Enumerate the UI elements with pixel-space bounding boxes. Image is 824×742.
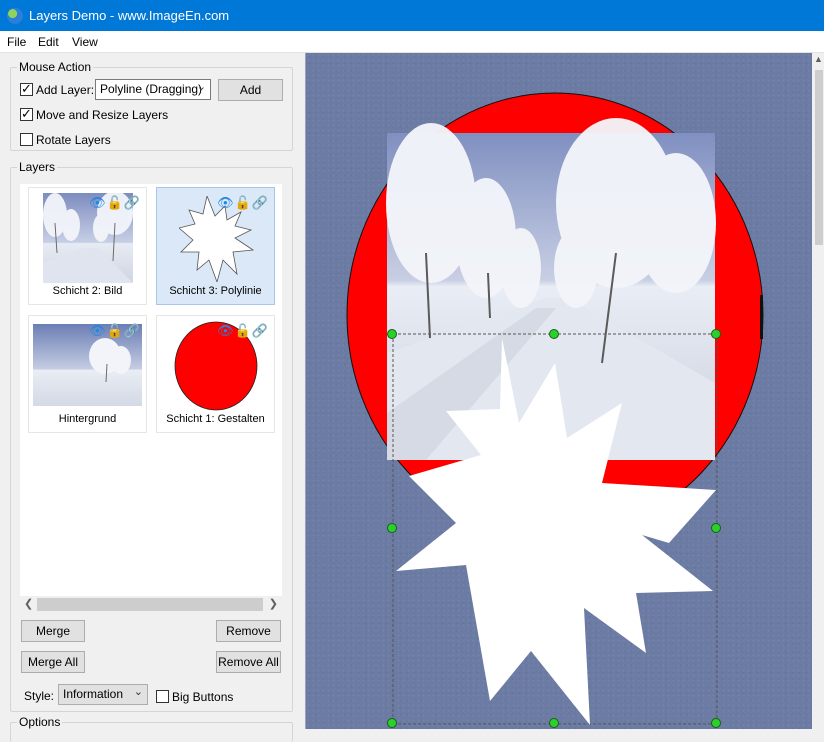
style-label: Style: (24, 689, 55, 703)
menu-file[interactable]: File (7, 35, 26, 49)
title-bar: Layers Demo - www.ImageEn.com (0, 0, 824, 31)
big-buttons-checkbox[interactable]: Big Buttons (156, 689, 236, 705)
rotate-layers-label: Rotate Layers (36, 133, 111, 147)
layer-type-value: Polyline (Dragging) (100, 82, 203, 96)
rotate-layers-checkbox[interactable]: Rotate Layers (20, 132, 140, 148)
eye-icon[interactable]: 👁 (89, 195, 107, 210)
resize-handle-bottom[interactable] (549, 718, 559, 728)
lock-icon[interactable]: 🔓 (235, 323, 252, 338)
layer-type-select[interactable]: Polyline (Dragging) ⌄ (95, 79, 211, 100)
menu-bar: File Edit View (0, 31, 824, 53)
scroll-left-icon[interactable]: ❮ (24, 597, 33, 610)
link-icon[interactable]: 🔗 (252, 195, 269, 210)
control-panel: Mouse Action Add Layer: Polyline (Draggi… (0, 53, 305, 742)
style-value: Information (63, 687, 124, 701)
resize-handle-left[interactable] (387, 523, 397, 533)
circle-edge-mark (760, 295, 763, 339)
layer-list-hscrollbar[interactable]: ❮ ❯ (20, 596, 282, 613)
layer-caption: Hintergrund (58, 413, 117, 425)
add-button[interactable]: Add (218, 79, 283, 101)
scroll-up-icon[interactable]: ▲ (814, 54, 823, 64)
merge-all-button[interactable]: Merge All (21, 651, 85, 673)
app-icon (7, 8, 23, 24)
remove-all-button[interactable]: Remove All (216, 651, 281, 673)
resize-handle-top-right[interactable] (711, 329, 721, 339)
remove-button[interactable]: Remove (216, 620, 281, 642)
lock-icon[interactable]: 🔓 (107, 323, 124, 338)
add-layer-label: Add Layer: (36, 83, 95, 97)
move-resize-checkbox[interactable]: Move and Resize Layers (20, 106, 200, 123)
link-icon[interactable]: 🔗 (124, 323, 141, 338)
layers-title: Layers (17, 160, 58, 174)
link-icon[interactable]: 🔗 (252, 323, 269, 338)
big-buttons-check-box[interactable] (156, 690, 169, 703)
layer-caption: Schicht 2: Bild (52, 285, 123, 297)
scroll-right-icon[interactable]: ❯ (269, 597, 278, 610)
lock-icon[interactable]: 🔓 (235, 195, 252, 210)
resize-handle-right[interactable] (711, 523, 721, 533)
menu-edit[interactable]: Edit (38, 35, 59, 49)
layer-state-icons[interactable]: 👁🔓🔗 (217, 323, 269, 339)
image-canvas[interactable] (305, 53, 812, 729)
scroll-thumb[interactable] (815, 70, 823, 245)
layer-state-icons[interactable]: 👁🔓🔗 (89, 323, 141, 339)
eye-icon[interactable]: 👁 (89, 323, 107, 338)
move-resize-check-box[interactable] (20, 106, 33, 122)
big-buttons-label: Big Buttons (172, 690, 234, 704)
options-title: Options (17, 715, 63, 729)
add-layer-checkbox[interactable]: Add Layer: (20, 81, 100, 98)
style-select[interactable]: Information ⌄ (58, 684, 148, 705)
eye-icon[interactable]: 👁 (217, 323, 235, 338)
layer-state-icons[interactable]: 👁🔓🔗 (217, 195, 269, 211)
resize-handle-top[interactable] (549, 329, 559, 339)
mouse-action-title: Mouse Action (17, 60, 94, 74)
options-group: Options (10, 715, 293, 742)
mouse-action-group: Mouse Action Add Layer: Polyline (Draggi… (10, 60, 293, 151)
layer-tile-shape[interactable]: 👁🔓🔗 Schicht 1: Gestalten (156, 315, 275, 433)
lock-icon[interactable]: 🔓 (107, 195, 124, 210)
resize-handle-bottom-left[interactable] (387, 718, 397, 728)
window-title: Layers Demo - www.ImageEn.com (29, 8, 230, 23)
link-icon[interactable]: 🔗 (124, 195, 141, 210)
menu-view[interactable]: View (72, 35, 98, 49)
merge-button[interactable]: Merge (21, 620, 85, 642)
add-layer-check-box[interactable] (20, 81, 33, 97)
canvas-layers[interactable] (306, 53, 812, 729)
chevron-down-icon: ⌄ (133, 686, 143, 698)
layer-state-icons[interactable]: 👁🔓🔗 (89, 195, 141, 211)
layer-tile-polyline[interactable]: 👁🔓🔗 Schicht 3: Polylinie (156, 187, 275, 305)
eye-icon[interactable]: 👁 (217, 195, 235, 210)
resize-handle-top-left[interactable] (387, 329, 397, 339)
chevron-down-icon: ⌄ (196, 81, 206, 93)
move-resize-label: Move and Resize Layers (36, 108, 169, 122)
layer-caption: Schicht 1: Gestalten (166, 413, 265, 425)
scroll-thumb[interactable] (37, 598, 263, 611)
layer-tile-image[interactable]: 👁🔓🔗 Schicht 2: Bild (28, 187, 147, 305)
rotate-layers-check-box[interactable] (20, 133, 33, 146)
layer-caption: Schicht 3: Polylinie (169, 285, 262, 297)
resize-handle-bottom-right[interactable] (711, 718, 721, 728)
layer-tile-background[interactable]: 👁🔓🔗 Hintergrund (28, 315, 147, 433)
layer-list[interactable]: 👁🔓🔗 Schicht 2: Bild 👁🔓🔗 Schicht 3: Polyl… (20, 184, 282, 596)
canvas-vscrollbar[interactable]: ▲ (812, 53, 824, 729)
